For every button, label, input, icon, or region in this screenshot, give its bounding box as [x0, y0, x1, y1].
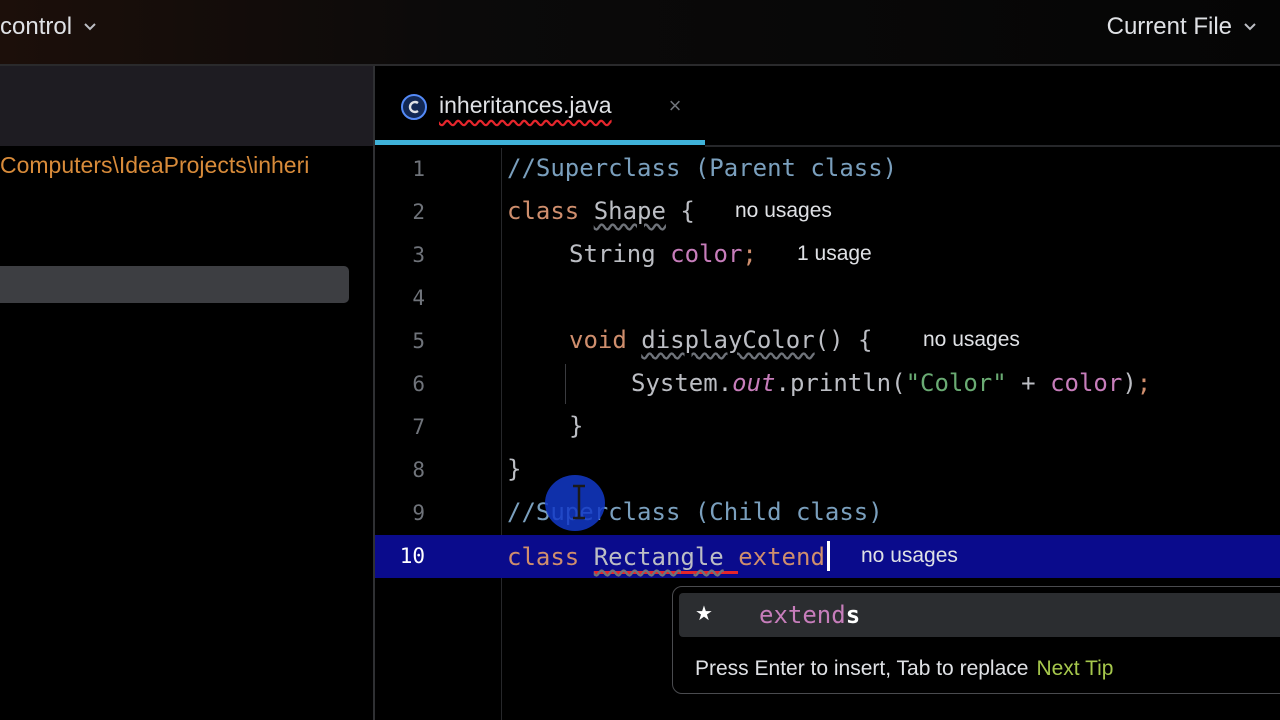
- code-line[interactable]: 4: [375, 277, 1280, 320]
- code-text: //Superclass (Parent class): [507, 154, 898, 182]
- line-number: 10: [399, 544, 425, 568]
- completion-hint-footer: Press Enter to insert, Tab to replace Nex…: [695, 657, 1113, 681]
- tab-filename: inheritances.java: [439, 92, 612, 118]
- code-text: System.out.println("Color" + color);: [631, 369, 1152, 397]
- usages-inlay-hint[interactable]: no usages: [861, 544, 958, 568]
- code-line[interactable]: 5 void displayColor() { no usages: [375, 320, 1280, 363]
- project-panel-header: [0, 66, 373, 146]
- code-text: void displayColor() {: [569, 326, 873, 354]
- code-text: String color;: [569, 240, 757, 268]
- editor-tab-bar: inheritances.java ×: [375, 66, 1280, 147]
- line-number: 5: [412, 329, 425, 353]
- ibeam-cursor-icon: [571, 484, 587, 520]
- completion-match: extend: [759, 601, 846, 629]
- tabbar-divider: [705, 145, 1280, 147]
- code-text: class Rectangle extend: [507, 541, 832, 574]
- active-tab-indicator: [375, 140, 705, 145]
- line-number: 6: [412, 372, 425, 396]
- star-icon: ★: [695, 603, 713, 625]
- main-toolbar: control Current File: [0, 0, 1280, 66]
- line-number: 9: [412, 501, 425, 525]
- run-configuration-selector[interactable]: Current File: [1107, 12, 1258, 42]
- completion-remainder: s: [845, 601, 861, 629]
- version-control-menu[interactable]: control: [0, 12, 98, 42]
- editor-tab-inheritances[interactable]: inheritances.java ×: [375, 66, 705, 146]
- code-text: class Shape {: [507, 197, 695, 225]
- line-number: 7: [412, 415, 425, 439]
- java-class-icon: [400, 93, 428, 121]
- project-tree-selected-row[interactable]: [0, 266, 349, 303]
- code-line[interactable]: 2 class Shape { no usages: [375, 191, 1280, 234]
- next-tip-link[interactable]: Next Tip: [1036, 657, 1113, 680]
- code-line[interactable]: 6 System.out.println("Color" + color);: [375, 363, 1280, 406]
- current-code-line[interactable]: 10 class Rectangle extend no usages: [375, 535, 1280, 578]
- line-number: 2: [412, 200, 425, 224]
- line-number: 1: [412, 157, 425, 181]
- line-number: 3: [412, 243, 425, 267]
- code-line[interactable]: 8 }: [375, 449, 1280, 492]
- usages-inlay-hint[interactable]: no usages: [923, 328, 1020, 352]
- usages-inlay-hint[interactable]: 1 usage: [797, 242, 872, 266]
- chevron-down-icon: [82, 19, 98, 35]
- line-number: 4: [412, 286, 425, 310]
- project-root-path[interactable]: Computers\IdeaProjects\inheri: [0, 152, 373, 184]
- code-text: }: [507, 455, 522, 483]
- completion-item-label: extends: [759, 601, 860, 629]
- code-line[interactable]: 3 String color; 1 usage: [375, 234, 1280, 277]
- usages-inlay-hint[interactable]: no usages: [735, 199, 832, 223]
- code-text: }: [569, 412, 584, 440]
- code-line[interactable]: 1 //Superclass (Parent class): [375, 148, 1280, 191]
- project-tool-window: Computers\IdeaProjects\inheri: [0, 66, 373, 720]
- run-configuration-label: Current File: [1106, 13, 1232, 40]
- code-completion-popup: ★ extends Press Enter to insert, Tab to …: [672, 586, 1280, 694]
- line-number: 8: [412, 458, 425, 482]
- version-control-label: control: [0, 13, 73, 40]
- text-caret: [826, 541, 830, 571]
- code-line[interactable]: 7 }: [375, 406, 1280, 449]
- code-line[interactable]: 9 //Superclass (Child class): [375, 492, 1280, 535]
- completion-instructions: Press Enter to insert, Tab to replace: [695, 657, 1029, 680]
- completion-item-extends[interactable]: ★ extends: [679, 593, 1280, 637]
- close-tab-icon[interactable]: ×: [665, 93, 685, 118]
- chevron-down-icon: [1242, 19, 1258, 35]
